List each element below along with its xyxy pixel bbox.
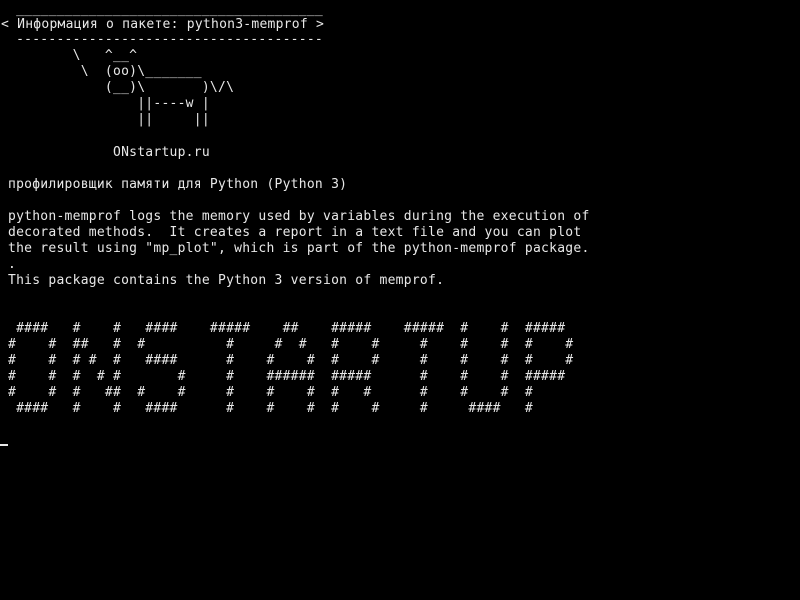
cowsay-border-top: ______________________________________: [8, 2, 323, 17]
banner-line: # # ## # # # # # # # # # # # #: [8, 337, 574, 352]
banner-line: # # # ## # # # # # # # # # # #: [8, 385, 533, 400]
cow-ascii-line: \ (oo)\_______: [8, 64, 202, 79]
description-line: python-memprof logs the memory used by v…: [8, 209, 590, 224]
cow-ascii-line: (__)\ )\/\: [8, 80, 235, 95]
banner-line: # # # # # #### # # # # # # # # # #: [8, 353, 574, 368]
banner-line: #### # # #### ##### ## ##### ##### # # #…: [8, 321, 566, 336]
cowsay-bubble-text: < Информация о пакете: python3-memprof >: [1, 17, 325, 32]
text-cursor: [0, 444, 8, 446]
description-line: This package contains the Python 3 versi…: [8, 273, 445, 288]
package-summary: профилировщик памяти для Python (Python …: [8, 177, 348, 192]
cow-ascii-line: || ||: [8, 112, 210, 127]
terminal-screen[interactable]: ______________________________________ <…: [0, 0, 800, 600]
site-name: ONstartup.ru: [8, 145, 210, 160]
cowsay-border-bottom: --------------------------------------: [8, 32, 323, 47]
cow-ascii-line: ||----w |: [8, 96, 210, 111]
description-line: decorated methods. It creates a report i…: [8, 225, 582, 240]
banner-line: #### # # #### # # # # # # #### #: [8, 401, 533, 416]
description-line: .: [8, 257, 17, 272]
description-line: the result using "mp_plot", which is par…: [8, 241, 590, 256]
cow-ascii-line: \ ^__^: [8, 48, 138, 63]
banner-line: # # # # # # # ###### ##### # # # #####: [8, 369, 566, 384]
